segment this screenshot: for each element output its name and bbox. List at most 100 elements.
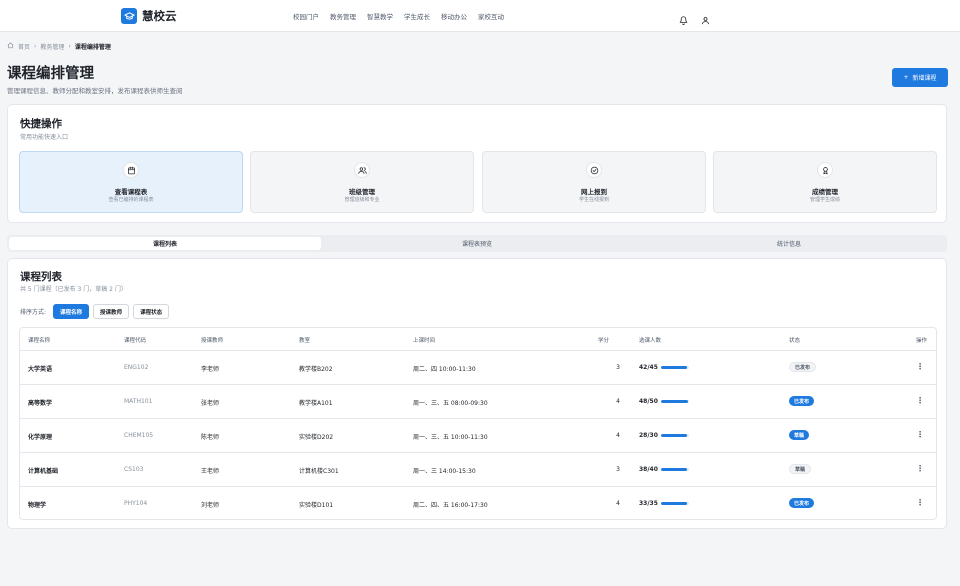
table-row[interactable]: 物理学 PHY104 刘老师 实验楼D101 周二、四、五 16:00-17:30 4 33… [20, 487, 936, 519]
course-name: 大学英语 [28, 366, 53, 373]
tab-course-list[interactable]: 课程列表 [9, 237, 321, 250]
enrollment-count: 33/35 [639, 500, 658, 507]
award-icon [817, 162, 833, 178]
logo[interactable]: 慧校云 [121, 8, 177, 24]
quick-action-classes[interactable]: 班级管理 管理班级和专业 [250, 151, 474, 213]
quick-action-desc: 查看已编排的课程表 [108, 197, 154, 203]
view-tabs: 课程列表 课程表预览 统计信息 [7, 235, 947, 252]
brand-name: 慧校云 [142, 9, 177, 23]
course-name: 物理学 [28, 502, 47, 509]
nav-link-teaching[interactable]: 智慧教学 [367, 11, 393, 21]
quick-action-desc: 学生在线报到 [578, 197, 609, 203]
quick-action-label: 班级管理 [349, 188, 375, 196]
course-name: 高等数学 [28, 400, 53, 407]
enrollment-count: 28/30 [639, 432, 658, 439]
enrollment-progress-bar [660, 400, 689, 403]
more-actions-icon[interactable]: ⋮ [916, 465, 924, 475]
quick-actions-card: 快捷操作 常用功能快速入口 查看课程表 查看已编排的课程表 班级管理 管理班级和… [7, 104, 947, 223]
breadcrumb-home[interactable]: 首页 [18, 42, 30, 51]
enrollment-count: 48/50 [639, 398, 658, 405]
course-code: CHEM105 [124, 432, 154, 439]
quick-action-desc: 管理学生成绩 [809, 197, 840, 203]
quick-action-label: 网上报到 [581, 188, 607, 196]
course-teacher: 李老师 [201, 366, 220, 373]
enrollment-count: 38/40 [639, 466, 658, 473]
enrollment-progress-bar [660, 366, 689, 369]
course-time: 周一、三、五 08:00-09:30 [413, 400, 488, 407]
sort-controls: 排序方式: 课程名称 授课教师 课程状态 [20, 304, 170, 319]
enrollment-progress-bar [660, 502, 689, 505]
quick-action-label: 查看课程表 [114, 188, 148, 196]
add-course-button[interactable]: + 新增课程 [892, 68, 948, 87]
sort-by-name[interactable]: 课程名称 [53, 304, 90, 319]
enrollment-progress-fill [660, 468, 688, 471]
sort-label: 排序方式: [20, 309, 47, 316]
tab-statistics[interactable]: 统计信息 [633, 237, 945, 250]
user-icon[interactable] [701, 10, 711, 25]
course-room: 计算机楼C301 [299, 468, 339, 475]
course-teacher: 陈老师 [201, 434, 220, 441]
table-row[interactable]: 大学英语 ENG102 李老师 教学楼B202 周二、四 10:00-11:30 3 42/… [20, 351, 936, 385]
quick-action-schedule[interactable]: 查看课程表 查看已编排的课程表 [19, 151, 243, 213]
quick-action-registration[interactable]: 网上报到 学生在线报到 [482, 151, 706, 213]
users-icon [354, 162, 370, 178]
course-credit: 3 [616, 466, 620, 473]
column-header: 课程名称 [28, 338, 51, 344]
sort-by-teacher[interactable]: 授课教师 [93, 304, 130, 319]
enrollment-progress-bar [660, 434, 689, 437]
enrollment: 38/40 [639, 466, 689, 473]
course-room: 教学楼B202 [299, 366, 333, 373]
nav-link-home-school[interactable]: 家校互动 [478, 11, 504, 21]
table-row[interactable]: 高等数学 MATH101 张老师 教学楼A101 周一、三、五 08:00-09:30 4… [20, 385, 936, 419]
course-code: ENG102 [124, 364, 149, 371]
status-badge: 草稿 [789, 464, 812, 474]
home-icon[interactable] [7, 42, 14, 51]
nav-link-academic[interactable]: 教务管理 [330, 11, 356, 21]
column-header: 状态 [789, 338, 801, 344]
course-code: PHY104 [124, 500, 148, 507]
breadcrumb-current: 课程编排管理 [74, 44, 111, 51]
quick-action-desc: 管理班级和专业 [344, 197, 380, 203]
chevron-right-icon: › [34, 43, 37, 50]
bell-icon[interactable] [679, 10, 689, 26]
nav-link-growth[interactable]: 学生成长 [404, 11, 430, 21]
course-room: 实验楼D202 [299, 434, 334, 441]
table-row[interactable]: 计算机基础 CS103 王老师 计算机楼C301 周一、三 14:00-15:30 3 38… [20, 453, 936, 487]
more-actions-icon[interactable]: ⋮ [916, 363, 924, 373]
course-name: 计算机基础 [28, 468, 59, 475]
page-title: 课程编排管理 [7, 66, 94, 82]
course-time: 周一、三 14:00-15:30 [413, 468, 476, 475]
quick-actions-title: 快捷操作 [20, 118, 62, 130]
status-badge: 草稿 [789, 430, 810, 440]
page-subtitle: 管理课程信息、教师分配和教室安排，发布课程表供师生查阅 [7, 87, 183, 95]
enrollment-count: 42/45 [639, 364, 658, 371]
enrollment-progress-fill [660, 400, 688, 403]
nav-link-portal[interactable]: 校园门户 [293, 11, 319, 21]
more-actions-icon[interactable]: ⋮ [916, 431, 924, 441]
table-row[interactable]: 化学原理 CHEM105 陈老师 实验楼D202 周一、三、五 10:00-11:30 4… [20, 419, 936, 453]
sort-by-status[interactable]: 课程状态 [133, 304, 170, 319]
enrollment-progress-fill [660, 366, 687, 369]
course-code: CS103 [124, 466, 144, 473]
more-actions-icon[interactable]: ⋮ [916, 397, 924, 407]
enrollment-progress-fill [660, 434, 687, 437]
enrollment: 42/45 [639, 364, 689, 371]
table-header: 课程名称 课程代码 授课教师 教室 上课时间 学分 选课人数 状态 操作 [20, 328, 936, 351]
tab-schedule-preview[interactable]: 课程表预览 [321, 237, 633, 250]
course-credit: 4 [616, 500, 620, 507]
column-header: 教室 [299, 338, 311, 344]
enrollment: 48/50 [639, 398, 689, 405]
more-actions-icon[interactable]: ⋮ [916, 499, 924, 509]
course-table: 课程名称 课程代码 授课教师 教室 上课时间 学分 选课人数 状态 操作 大学英… [19, 327, 937, 520]
course-list-card: 课程列表 共 5 门课程（已发布 3 门，草稿 2 门） 排序方式: 课程名称 … [7, 258, 947, 529]
column-header: 授课教师 [201, 338, 224, 344]
column-header: 上课时间 [413, 338, 436, 344]
nav-link-office[interactable]: 移动办公 [441, 11, 467, 21]
quick-action-grades[interactable]: 成绩管理 管理学生成绩 [713, 151, 937, 213]
status-badge: 已发布 [789, 498, 815, 508]
course-teacher: 张老师 [201, 400, 220, 407]
breadcrumb-parent[interactable]: 教务管理 [40, 42, 64, 51]
enrollment: 28/30 [639, 432, 689, 439]
course-room: 实验楼D101 [299, 502, 334, 509]
quick-action-label: 成绩管理 [812, 188, 838, 196]
